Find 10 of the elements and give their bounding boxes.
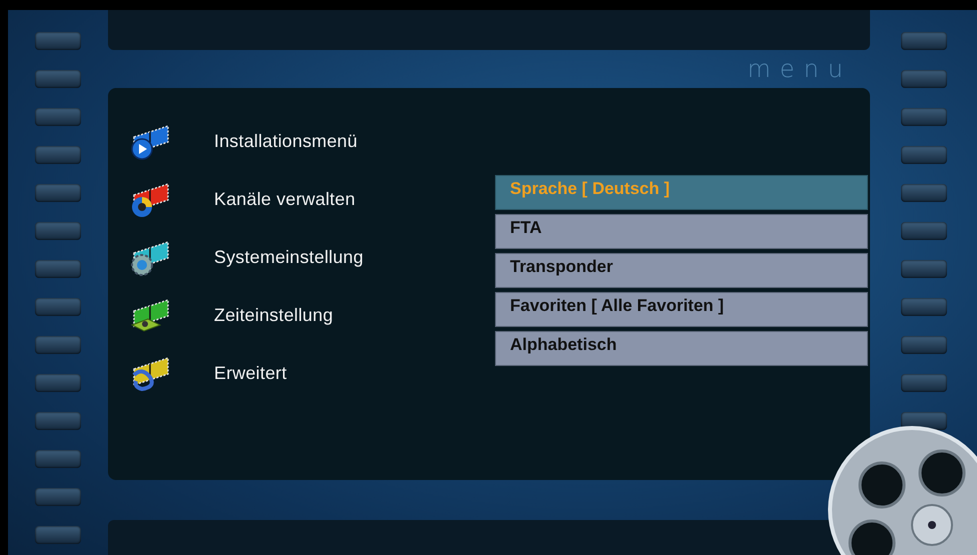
menu-item[interactable]: Zeiteinstellung xyxy=(214,304,334,326)
submenu-option[interactable]: FTA xyxy=(495,214,868,249)
submenu-option[interactable]: Favoriten [ Alle Favoriten ] xyxy=(495,292,868,327)
menu-item[interactable]: Erweitert xyxy=(214,362,287,384)
submenu-option[interactable]: Alphabetisch xyxy=(495,331,868,366)
menu-item[interactable]: Kanäle verwalten xyxy=(214,188,356,210)
menu-item[interactable]: Installationsmenü xyxy=(214,130,358,152)
submenu-option[interactable]: Transponder xyxy=(495,253,868,288)
menu-logo: menu xyxy=(747,55,852,83)
menu-item[interactable]: Systemeinstellung xyxy=(214,246,364,268)
